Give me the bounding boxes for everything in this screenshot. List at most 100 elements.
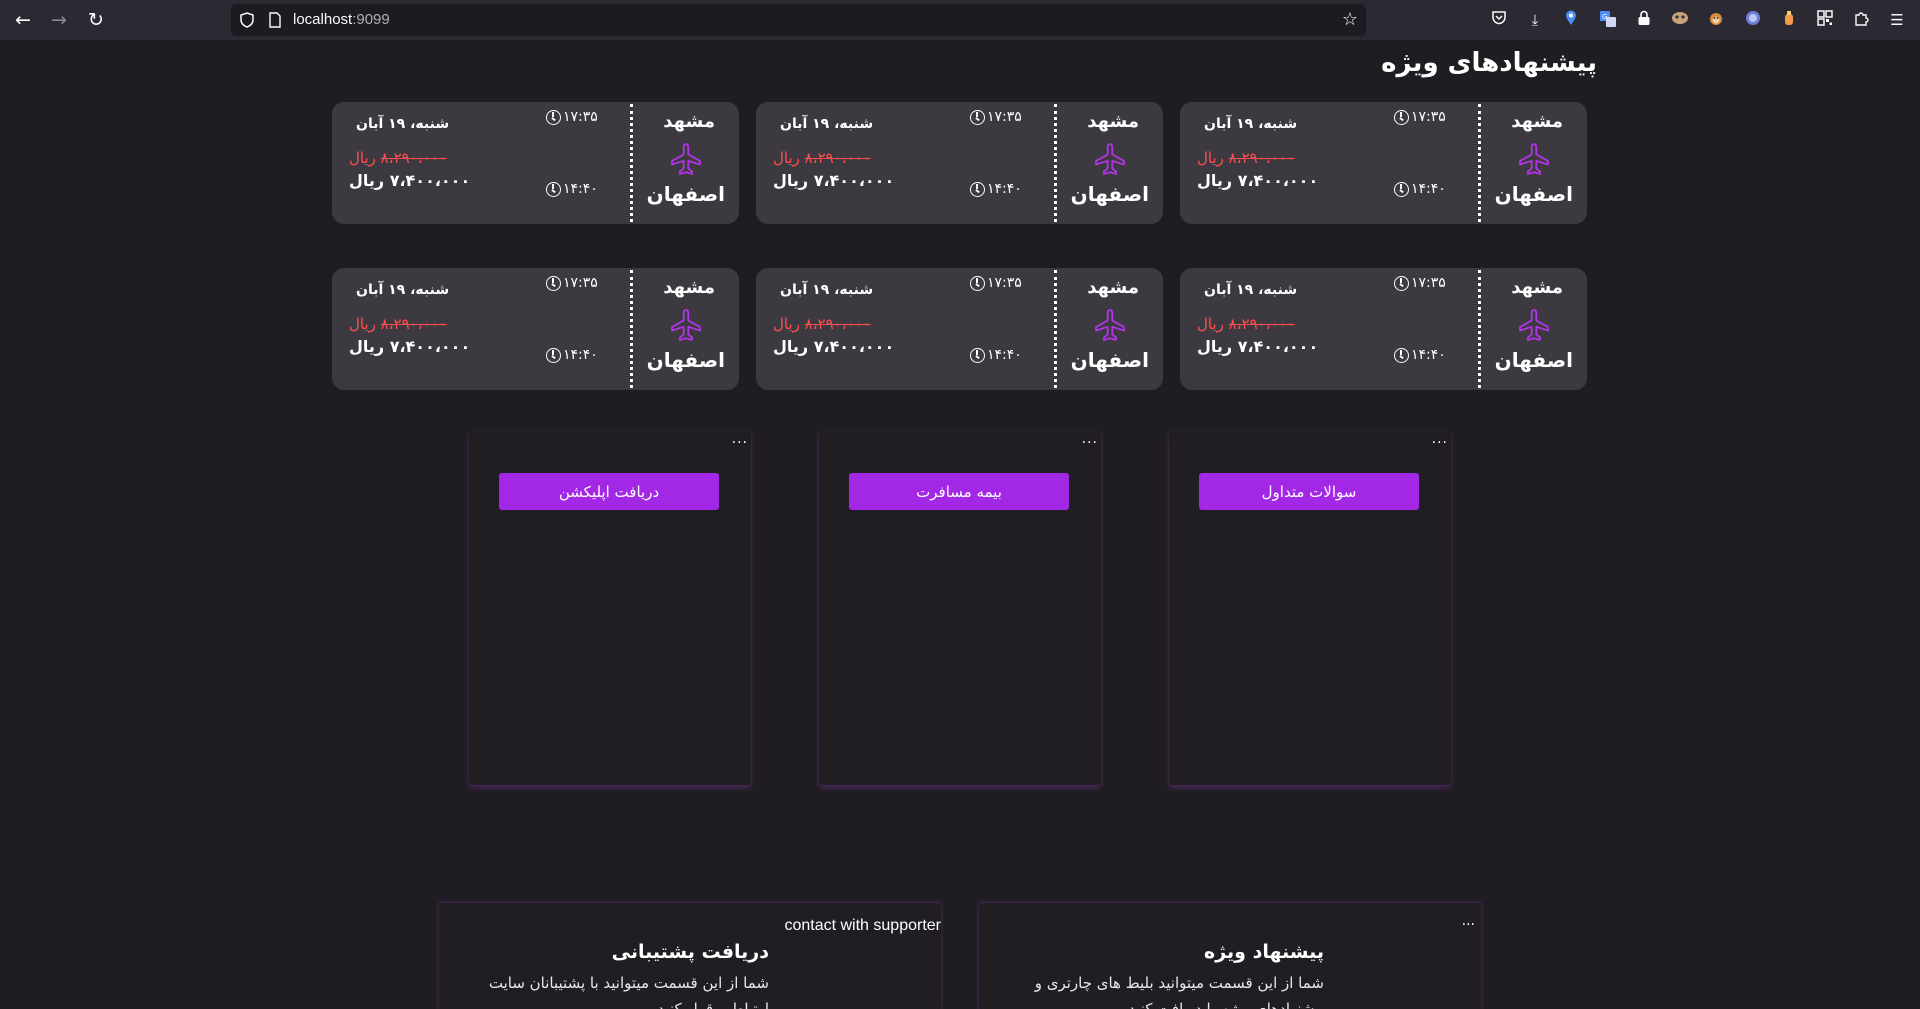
origin-city: مشهد: [663, 111, 715, 132]
ticket-divider: [1054, 270, 1057, 388]
page-icon: [267, 12, 283, 28]
extension-bottle-icon[interactable]: [1779, 10, 1799, 30]
old-price: ۸،۲۹۰،۰۰۰ ریال: [349, 315, 447, 333]
location-icon[interactable]: [1561, 10, 1581, 30]
shield-icon[interactable]: [239, 12, 255, 28]
card-menu-button[interactable]: ...: [1462, 913, 1475, 929]
airplane-icon: [668, 307, 704, 343]
flight-date: شنبه، ۱۹ آبان: [1204, 116, 1298, 132]
destination-city: اصفهان: [1494, 348, 1573, 372]
arrival-time: ۱۴:۴۰: [1394, 347, 1446, 363]
destination-city: اصفهان: [646, 182, 725, 206]
support-body: شما از این قسمت میتوانید با پشتیبانان سا…: [488, 974, 769, 1009]
new-price: ۷،۴۰۰،۰۰۰ ریال: [773, 171, 895, 190]
clock-icon: [1394, 275, 1409, 291]
clock-icon: [970, 109, 985, 125]
new-price: ۷،۴۰۰،۰۰۰ ریال: [1197, 337, 1319, 356]
qr-icon[interactable]: [1815, 10, 1835, 30]
forward-button[interactable]: →: [47, 8, 71, 32]
ticket-card[interactable]: مشهد اصفهان ۱۷:۳۵ ۱۴:۴۰ شنبه، ۱۹ آبان ۸،۲۹۰،۰…: [756, 102, 1163, 224]
origin-city: مشهد: [1511, 277, 1563, 298]
new-price: ۷،۴۰۰،۰۰۰ ریال: [349, 171, 471, 190]
menu-icon[interactable]: ☰: [1887, 10, 1907, 30]
clock-icon: [970, 347, 985, 363]
origin-city: مشهد: [663, 277, 715, 298]
destination-city: اصفهان: [646, 348, 725, 372]
old-price: ۸،۲۹۰،۰۰۰ ریال: [1197, 149, 1295, 167]
arrival-time: ۱۴:۴۰: [546, 181, 598, 197]
service-card-insurance: ... بیمه مسافرت: [819, 431, 1101, 785]
pocket-icon[interactable]: [1489, 10, 1509, 30]
ticket-card[interactable]: مشهد اصفهان ۱۷:۳۵ ۱۴:۴۰ شنبه، ۱۹ آبان ۸،۲۹۰،۰…: [1180, 268, 1587, 390]
new-price: ۷،۴۰۰،۰۰۰ ریال: [349, 337, 471, 356]
puzzle-icon[interactable]: [1851, 10, 1871, 30]
ticket-card[interactable]: مشهد اصفهان ۱۷:۳۵ ۱۴:۴۰ شنبه، ۱۹ آبان ۸،۲۹۰،۰…: [756, 268, 1163, 390]
clock-icon: [970, 275, 985, 291]
back-button[interactable]: ←: [11, 8, 35, 32]
flight-date: شنبه، ۱۹ آبان: [1204, 282, 1298, 298]
origin-city: مشهد: [1087, 277, 1139, 298]
service-card-app: ... دریافت اپلیکشن: [469, 431, 751, 785]
svg-text:G: G: [1602, 13, 1607, 21]
offer-body: شما از این قسمت میتوانید بلیط های چارتری…: [1034, 974, 1324, 1009]
ticket-divider: [630, 104, 633, 222]
support-heading: دریافت پشتیبانی: [611, 941, 769, 963]
old-price: ۸،۲۹۰،۰۰۰ ریال: [349, 149, 447, 167]
clock-icon: [1394, 109, 1409, 125]
flight-date: شنبه، ۱۹ آبان: [356, 282, 450, 298]
support-tag: contact with supporter: [784, 917, 941, 934]
clock-icon: [546, 109, 561, 125]
ticket-divider: [630, 270, 633, 388]
departure-time: ۱۷:۳۵: [1394, 275, 1446, 291]
airplane-icon: [1092, 307, 1128, 343]
url-text[interactable]: localhost:9099: [293, 11, 390, 28]
arrival-time: ۱۴:۴۰: [546, 347, 598, 363]
support-card: contact with supporter دریافت پشتیبانی ش…: [439, 903, 941, 1009]
arrival-time: ۱۴:۴۰: [970, 181, 1022, 197]
travel-insurance-button[interactable]: بیمه مسافرت: [849, 473, 1069, 510]
flight-date: شنبه، ۱۹ آبان: [780, 282, 874, 298]
departure-time: ۱۷:۳۵: [1394, 109, 1446, 125]
clock-icon: [1394, 181, 1409, 197]
offer-card: ... پیشنهاد ویژه شما از این قسمت میتوانی…: [979, 903, 1481, 1009]
destination-city: اصفهان: [1494, 182, 1573, 206]
star-icon[interactable]: ☆: [1342, 9, 1358, 30]
reload-button[interactable]: ↻: [84, 8, 108, 32]
airplane-icon: [1516, 141, 1552, 177]
clock-icon: [546, 275, 561, 291]
get-app-button[interactable]: دریافت اپلیکشن: [499, 473, 719, 510]
card-menu-button[interactable]: ...: [732, 431, 748, 447]
extension-face-icon[interactable]: [1670, 10, 1690, 30]
departure-time: ۱۷:۳۵: [546, 109, 598, 125]
card-menu-button[interactable]: ...: [1082, 431, 1098, 447]
extension-monkey-icon[interactable]: [1706, 10, 1726, 30]
ticket-card[interactable]: مشهد اصفهان ۱۷:۳۵ ۱۴:۴۰ شنبه، ۱۹ آبان ۸،۲۹۰،۰…: [1180, 102, 1587, 224]
clock-icon: [1394, 347, 1409, 363]
service-card-faq: ... سوالات متداول: [1169, 431, 1451, 785]
translate-icon[interactable]: G: [1598, 10, 1618, 30]
departure-time: ۱۷:۳۵: [970, 275, 1022, 291]
page-title: پیشنهادهای ویژه: [1381, 48, 1597, 78]
origin-city: مشهد: [1087, 111, 1139, 132]
origin-city: مشهد: [1511, 111, 1563, 132]
ticket-card[interactable]: مشهد اصفهان ۱۷:۳۵ ۱۴:۴۰ شنبه، ۱۹ آبان ۸،۲۹۰،۰…: [332, 268, 739, 390]
ticket-card[interactable]: مشهد اصفهان ۱۷:۳۵ ۱۴:۴۰ شنبه، ۱۹ آبان ۸،۲۹۰،۰…: [332, 102, 739, 224]
airplane-icon: [1092, 141, 1128, 177]
clock-icon: [970, 181, 985, 197]
download-icon[interactable]: ⤓: [1525, 10, 1545, 30]
browser-toolbar: ← → ↻ localhost:9099 ☆ ⤓ G ☰: [0, 0, 1920, 40]
lock-icon[interactable]: [1634, 10, 1654, 30]
departure-time: ۱۷:۳۵: [970, 109, 1022, 125]
old-price: ۸،۲۹۰،۰۰۰ ریال: [773, 315, 871, 333]
faq-button[interactable]: سوالات متداول: [1199, 473, 1419, 510]
departure-time: ۱۷:۳۵: [546, 275, 598, 291]
card-menu-button[interactable]: ...: [1432, 431, 1448, 447]
address-bar[interactable]: localhost:9099 ☆: [231, 4, 1366, 36]
airplane-icon: [1516, 307, 1552, 343]
new-price: ۷،۴۰۰،۰۰۰ ریال: [1197, 171, 1319, 190]
flight-date: شنبه، ۱۹ آبان: [780, 116, 874, 132]
ticket-divider: [1478, 270, 1481, 388]
arrival-time: ۱۴:۴۰: [1394, 181, 1446, 197]
extension-circle-icon[interactable]: [1743, 10, 1763, 30]
old-price: ۸،۲۹۰،۰۰۰ ریال: [773, 149, 871, 167]
